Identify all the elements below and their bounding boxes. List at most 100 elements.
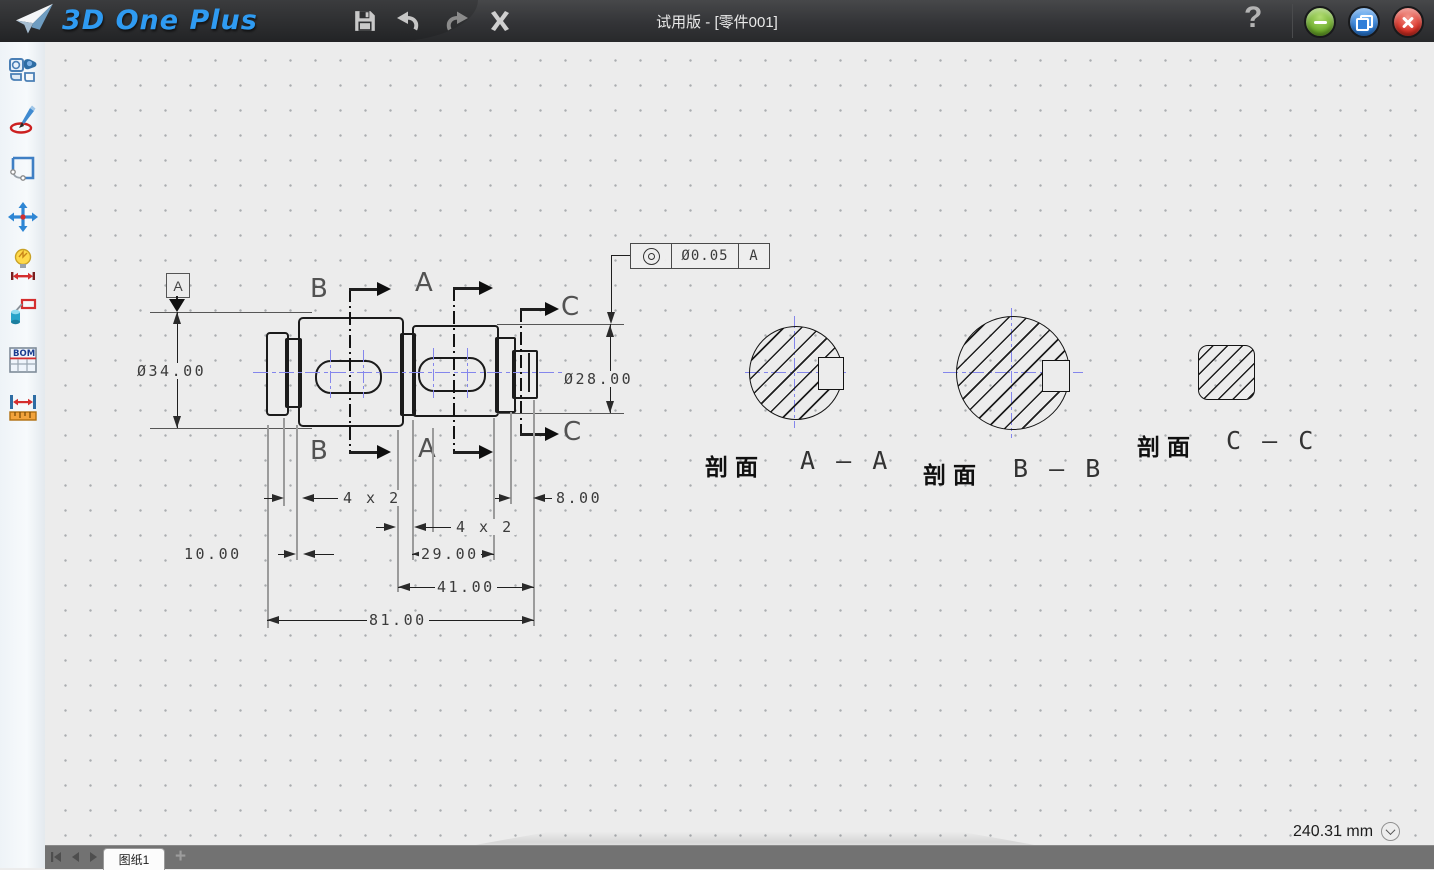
cc-label-prefix: 剖面: [1137, 428, 1197, 462]
close-document-icon: [488, 9, 512, 33]
drawing-canvas[interactable]: B B A A C C A Ø34.00: [45, 42, 1434, 845]
dimension-ruler-icon: [8, 393, 38, 423]
fcf-leader-h: [611, 255, 631, 256]
minimize-button[interactable]: [1304, 6, 1336, 38]
sidebar-item-sketch[interactable]: [8, 105, 38, 135]
sheet-bar: 图纸1 +: [45, 845, 1434, 869]
keyway1-centermark-right: [363, 350, 364, 398]
window-controls: [1304, 6, 1424, 38]
ext-x412: [412, 420, 414, 560]
chevron-down-icon: [1386, 825, 1396, 835]
scale-display: 240.31 mm: [1293, 822, 1400, 841]
save-icon: [353, 9, 377, 33]
restore-button[interactable]: [1348, 6, 1380, 38]
concentricity-symbol-icon: [631, 244, 671, 268]
redo-button[interactable]: [442, 8, 468, 34]
dim-text-d28: Ø28.00: [562, 371, 635, 387]
close-document-button[interactable]: [487, 8, 513, 34]
fcf-inner-circle: [648, 253, 655, 260]
fcf-tolerance: Ø0.05: [671, 244, 738, 268]
key2-tail-l: [376, 527, 384, 528]
keyway-slot-2: [418, 357, 486, 392]
previous-sheet-button[interactable]: [71, 851, 80, 863]
d41-arrow-r: [522, 583, 534, 591]
sidebar-item-solid-shapes[interactable]: [8, 56, 38, 86]
section-letter-a-top: A: [415, 270, 433, 296]
dim-text-d41: 41.00: [435, 579, 497, 595]
key2-arrow-r: [414, 523, 426, 531]
ext-x533: [533, 400, 535, 626]
section-letter-c-top: C: [561, 294, 579, 320]
d28-arrow-up: [606, 325, 614, 337]
b-arrow-top: [377, 282, 391, 296]
ext-x397: [397, 430, 399, 592]
a-arrow-top: [479, 281, 493, 295]
paper-plane-icon: [13, 2, 57, 39]
first-sheet-button[interactable]: [51, 851, 62, 863]
d10-tail2: [315, 554, 334, 555]
section-letter-c-bottom: C: [563, 419, 581, 445]
bb-keyway-notch: [1042, 360, 1070, 392]
ext-x510: [510, 412, 512, 504]
left-toolbar: BOM: [0, 42, 46, 868]
label-callout-icon: [9, 298, 37, 326]
next-sheet-button[interactable]: [89, 851, 98, 863]
ext-x296: [296, 425, 298, 560]
d10-arrow-l2: [303, 550, 315, 558]
sheet-tab[interactable]: 图纸1: [103, 848, 165, 870]
keyway2-centermark-left: [433, 348, 434, 398]
sidebar-item-dimension-ruler[interactable]: [8, 393, 38, 423]
close-button[interactable]: [1392, 6, 1424, 38]
app-window: { "titlebar": { "logo_text": "3D One Plu…: [0, 0, 1434, 868]
c-arrow-bottom: [545, 427, 559, 441]
cutting-plane-a: [453, 288, 455, 452]
solid-shapes-icon: [8, 56, 38, 86]
cc-hatched-square: [1198, 345, 1255, 400]
key1-tail-r: [314, 498, 338, 499]
titlebar-separator: [1292, 4, 1293, 38]
app-logo-text: 3D One Plus: [62, 5, 258, 36]
titlebar-toolbar: [352, 8, 513, 34]
ext-x267: [267, 425, 269, 628]
undo-button[interactable]: [397, 8, 423, 34]
section-letter-b-bottom: B: [310, 438, 328, 464]
d34-ext-bottom: [150, 428, 312, 429]
d10-arrow-r: [284, 550, 296, 558]
save-button[interactable]: [352, 8, 378, 34]
sidebar-item-label-callout[interactable]: [8, 297, 38, 327]
undo-icon: [397, 10, 423, 32]
d81-arrow-r: [522, 616, 534, 624]
help-button[interactable]: ?: [1244, 1, 1262, 35]
bb-label-name: B — B: [1013, 454, 1103, 483]
aa-keyway-notch: [818, 357, 844, 390]
app-logo: 3D One Plus: [14, 3, 258, 37]
scale-dropdown-button[interactable]: [1381, 822, 1400, 841]
section-letter-b-top: B: [310, 276, 328, 302]
d8-arrow-r: [533, 494, 545, 502]
keyway1-centermark-left: [330, 350, 331, 398]
key1-tail-l: [264, 498, 272, 499]
sidebar-item-move[interactable]: [8, 202, 38, 232]
sidebar-item-edit-curve[interactable]: [8, 153, 38, 183]
datum-box: A: [166, 273, 190, 298]
dim-text-d81: 81.00: [367, 612, 429, 628]
a-arrow-bar-top: [453, 287, 479, 290]
sidebar-item-bom-table[interactable]: BOM: [8, 345, 38, 375]
d28-arrow-down: [606, 401, 614, 413]
keyway2-centermark-right: [467, 348, 468, 398]
d8-arrow-l: [499, 494, 511, 502]
add-sheet-button[interactable]: +: [175, 846, 186, 868]
sketch-pencil-icon: [9, 105, 37, 135]
shaft-end-square: [512, 350, 538, 399]
title-bar: 3D One Plus: [0, 0, 1434, 43]
ext-x432: [432, 428, 434, 532]
minimize-icon: [1314, 21, 1327, 24]
dim-text-d10: 10.00: [182, 546, 244, 562]
d34-arrow-down: [173, 416, 181, 428]
cutting-plane-c: [520, 309, 522, 435]
sidebar-item-auto-dimension[interactable]: [8, 249, 38, 279]
key2-arrow-l: [384, 523, 396, 531]
dim-text-d34: Ø34.00: [135, 363, 208, 379]
scale-value: 240.31 mm: [1293, 823, 1373, 841]
key1-arrow-l: [272, 494, 284, 502]
